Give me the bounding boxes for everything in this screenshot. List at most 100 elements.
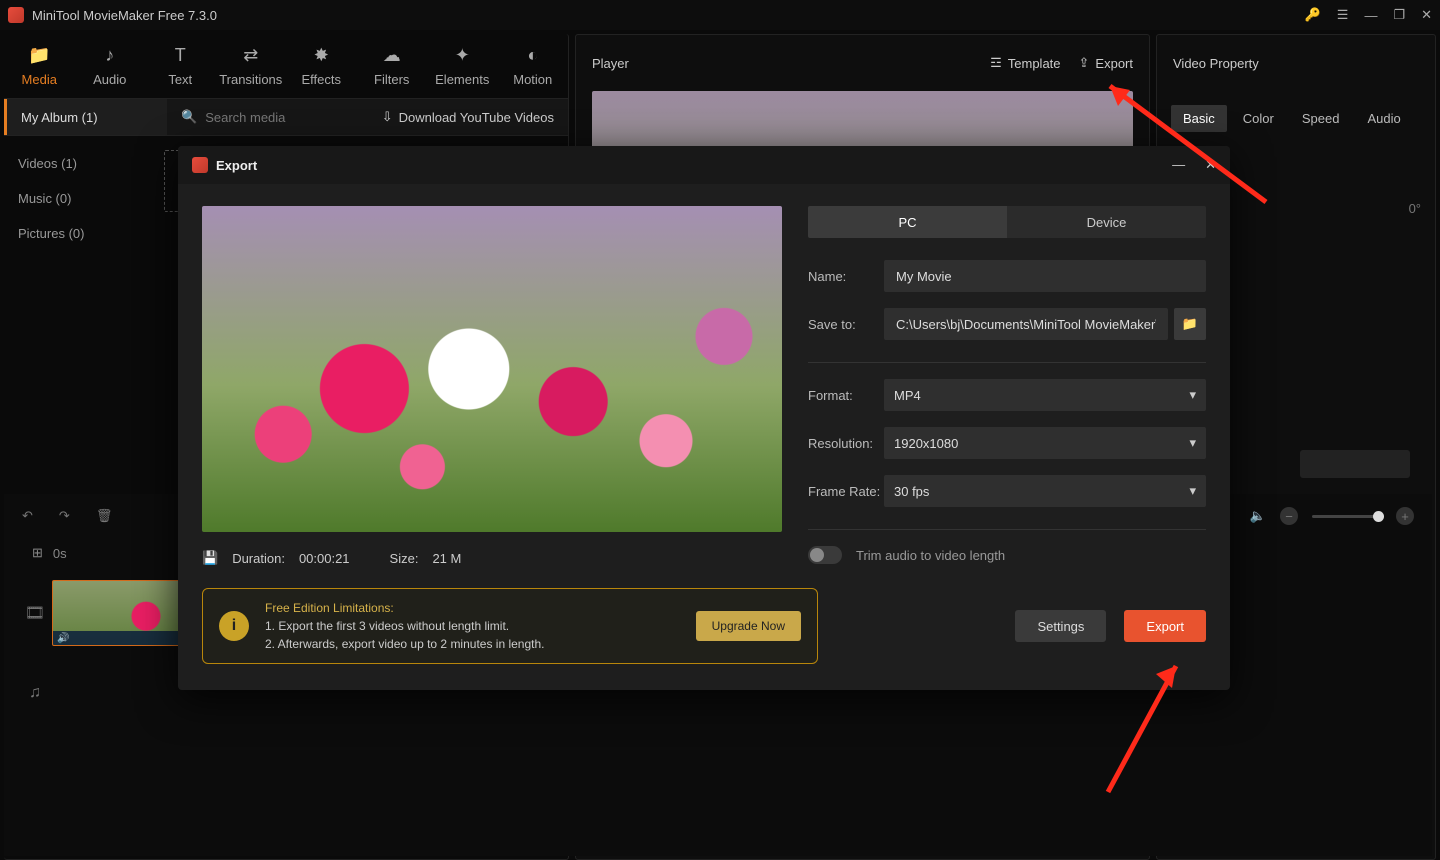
undo-icon[interactable]: ↶: [22, 508, 33, 524]
zoom-out-icon[interactable]: −: [1280, 507, 1298, 525]
tab-text[interactable]: T Text: [145, 34, 216, 98]
clip-audio-icon: 🔊: [57, 633, 69, 644]
tab-label: Audio: [93, 72, 126, 87]
dialog-title: Export: [216, 158, 257, 173]
tab-label: Filters: [374, 72, 409, 87]
dialog-minimize-icon[interactable]: —: [1172, 157, 1185, 173]
folder-icon: 📁: [28, 45, 50, 66]
download-icon: ⇩: [382, 109, 393, 125]
dialog-close-icon[interactable]: ✕: [1205, 157, 1216, 173]
app-window: MiniTool MovieMaker Free 7.3.0 🔑 ☰ — ❐ ✕…: [0, 0, 1440, 860]
free-limitations-box: i Free Edition Limitations: 1. Export th…: [202, 588, 818, 664]
tab-label: Media: [22, 72, 57, 87]
ruler-start: 0s: [53, 546, 67, 561]
zoom-slider[interactable]: [1312, 515, 1382, 518]
framerate-label: Frame Rate:: [808, 484, 884, 499]
export-icon: ⇪: [1079, 55, 1090, 71]
export-target-segmented: PC Device: [808, 206, 1206, 238]
prop-tab-speed[interactable]: Speed: [1290, 105, 1352, 132]
trim-audio-label: Trim audio to video length: [856, 548, 1005, 563]
elements-icon: ✦: [455, 45, 470, 66]
export-confirm-button[interactable]: Export: [1124, 610, 1206, 642]
folder-icon: 📁: [1182, 316, 1198, 332]
chevron-down-icon: ▾: [1189, 435, 1196, 451]
tab-label: Elements: [435, 72, 489, 87]
transition-icon: ⇄: [243, 45, 258, 66]
redo-icon[interactable]: ↷: [59, 508, 70, 524]
export-button[interactable]: ⇪Export: [1079, 55, 1133, 71]
format-select[interactable]: MP4▾: [884, 379, 1206, 411]
app-icon: [8, 7, 24, 23]
zoom-in-icon[interactable]: +: [1396, 507, 1414, 525]
reset-button[interactable]: [1300, 450, 1410, 478]
duration-value: 00:00:21: [299, 551, 350, 566]
tab-media[interactable]: 📁 Media: [4, 34, 75, 98]
audio-track-icon: ♫: [18, 684, 52, 702]
close-icon[interactable]: ✕: [1421, 7, 1432, 23]
save-path-input[interactable]: [884, 308, 1168, 340]
size-value: 21 M: [432, 551, 461, 566]
limitations-line1: 1. Export the first 3 videos without len…: [265, 617, 680, 635]
size-label: Size:: [390, 551, 419, 566]
app-title: MiniTool MovieMaker Free 7.3.0: [32, 8, 217, 23]
rotate-value: 0°: [1409, 201, 1421, 216]
minimize-icon[interactable]: —: [1364, 8, 1377, 23]
tab-label: Text: [168, 72, 192, 87]
menu-icon[interactable]: ☰: [1337, 7, 1349, 23]
search-placeholder: Search media: [205, 110, 285, 125]
name-label: Name:: [808, 269, 884, 284]
name-input[interactable]: [884, 260, 1206, 292]
search-icon: 🔍: [181, 109, 197, 125]
save-meta-icon: 💾: [202, 550, 218, 566]
prop-tab-basic[interactable]: Basic: [1171, 105, 1227, 132]
tab-effects[interactable]: ✸ Effects: [286, 34, 357, 98]
player-title: Player: [592, 56, 629, 71]
album-tab[interactable]: My Album (1): [4, 99, 167, 135]
trim-audio-toggle[interactable]: [808, 546, 842, 564]
media-cat-pictures[interactable]: Pictures (0): [4, 216, 150, 251]
upgrade-now-button[interactable]: Upgrade Now: [696, 611, 801, 641]
dialog-app-icon: [192, 157, 208, 173]
export-dialog: Export — ✕ 💾 Duration: 00:00:21 Size: 21…: [178, 146, 1230, 690]
export-target-pc[interactable]: PC: [808, 206, 1007, 238]
tab-audio[interactable]: ♪ Audio: [75, 34, 146, 98]
video-track-icon: 🎞: [18, 603, 52, 623]
effects-icon: ✸: [314, 45, 329, 66]
filters-icon: ☁: [383, 45, 401, 66]
tab-label: Motion: [513, 72, 552, 87]
tab-label: Transitions: [219, 72, 282, 87]
info-icon: i: [219, 611, 249, 641]
export-target-device[interactable]: Device: [1007, 206, 1206, 238]
save-label: Save to:: [808, 317, 884, 332]
tab-label: Effects: [301, 72, 341, 87]
template-button[interactable]: ☲Template: [990, 55, 1060, 71]
browse-button[interactable]: 📁: [1174, 308, 1206, 340]
prop-tab-color[interactable]: Color: [1231, 105, 1286, 132]
prop-tab-audio[interactable]: Audio: [1355, 105, 1412, 132]
chevron-down-icon: ▾: [1189, 387, 1196, 403]
delete-icon[interactable]: 🗑: [96, 508, 113, 524]
video-property-title: Video Property: [1173, 56, 1259, 71]
framerate-select[interactable]: 30 fps▾: [884, 475, 1206, 507]
tab-motion[interactable]: ◐ Motion: [498, 34, 569, 98]
search-input[interactable]: 🔍 Search media: [167, 109, 368, 125]
tab-elements[interactable]: ✦ Elements: [427, 34, 498, 98]
music-icon: ♪: [105, 45, 114, 66]
upgrade-key-icon[interactable]: 🔑: [1305, 7, 1321, 23]
mute-icon[interactable]: 🔈: [1250, 508, 1266, 524]
maximize-icon[interactable]: ❐: [1393, 7, 1405, 23]
media-cat-music[interactable]: Music (0): [4, 181, 150, 216]
text-icon: T: [175, 45, 186, 66]
limitations-heading: Free Edition Limitations:: [265, 599, 680, 617]
export-preview: [202, 206, 782, 532]
limitations-line2: 2. Afterwards, export video up to 2 minu…: [265, 635, 680, 653]
media-cat-videos[interactable]: Videos (1): [4, 146, 150, 181]
motion-icon: ◐: [527, 45, 538, 66]
title-bar: MiniTool MovieMaker Free 7.3.0 🔑 ☰ — ❐ ✕: [0, 0, 1440, 30]
download-youtube-button[interactable]: ⇩ Download YouTube Videos: [368, 109, 568, 125]
add-marker-icon[interactable]: ⊞: [32, 545, 43, 561]
tab-filters[interactable]: ☁ Filters: [357, 34, 428, 98]
settings-button[interactable]: Settings: [1015, 610, 1106, 642]
resolution-select[interactable]: 1920x1080▾: [884, 427, 1206, 459]
tab-transitions[interactable]: ⇄ Transitions: [216, 34, 287, 98]
